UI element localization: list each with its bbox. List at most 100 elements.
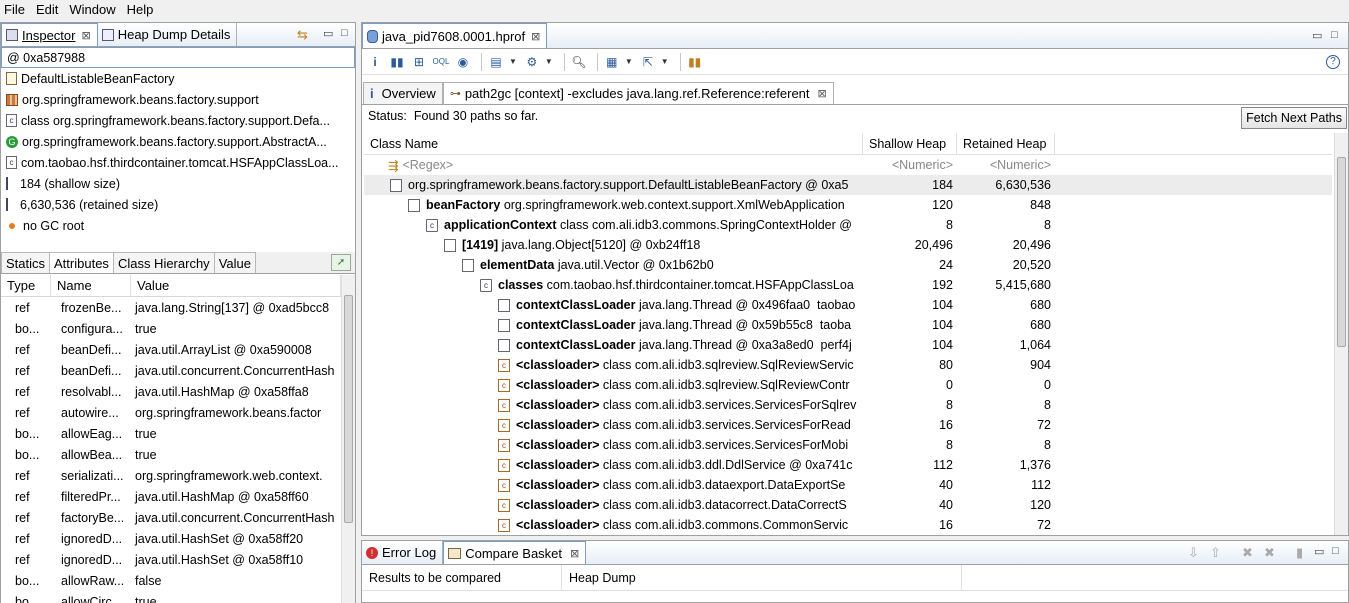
maximize-icon[interactable]: □ — [341, 27, 348, 39]
col-type[interactable]: Type — [1, 275, 51, 296]
menu-item-help[interactable]: Help — [123, 2, 161, 17]
table-row[interactable]: ref beanDefi... java.util.ArrayList @ 0xa5… — [1, 339, 341, 360]
col-name[interactable]: Name — [51, 275, 131, 296]
regex-filter[interactable]: <Regex> — [402, 158, 453, 172]
dropdown-arrow-icon[interactable]: ▼ — [625, 57, 633, 66]
subtab-class-hierarchy[interactable]: Class Hierarchy — [112, 252, 215, 273]
paths-scrollbar[interactable] — [1334, 133, 1348, 535]
subtab-attributes[interactable]: Attributes — [49, 252, 114, 273]
dropdown-arrow-icon[interactable]: ▼ — [545, 57, 553, 66]
move-down-icon[interactable]: ⇩ — [1188, 545, 1199, 561]
col-class-name[interactable]: Class Name — [364, 133, 863, 154]
menu-item-window[interactable]: Window — [65, 2, 122, 17]
close-icon[interactable]: ⊠ — [81, 29, 90, 42]
numeric-filter-shallow[interactable]: <Numeric> — [863, 158, 957, 172]
table-row[interactable]: bo... allowBea... true — [1, 444, 341, 465]
tree-row[interactable]: c <classloader> class com.ali.idb3.servic… — [364, 415, 1332, 435]
table-row[interactable]: bo... allowEag... true — [1, 423, 341, 444]
help-icon[interactable]: ? — [1326, 54, 1340, 69]
histogram-icon[interactable]: ▮▮ — [388, 53, 406, 71]
tree-row[interactable]: contextClassLoader java.lang.Thread @ 0x… — [364, 315, 1332, 335]
tab-path2gc[interactable]: ⊶ path2gc [context] -excludes java.lang.… — [442, 82, 834, 104]
tab-heap-dump-details[interactable]: Heap Dump Details — [98, 23, 238, 46]
link-icon[interactable]: ⇆ — [297, 27, 308, 43]
inspector-row[interactable]: DefaultListableBeanFactory — [1, 68, 355, 89]
tab-error-log[interactable]: ! Error Log — [362, 541, 444, 564]
tree-row[interactable]: c <classloader> class com.ali.idb3.sqlrev… — [364, 355, 1332, 375]
minimize-icon[interactable]: ▭ — [1312, 29, 1322, 42]
tree-row[interactable]: c classes com.taobao.hsf.thirdcontainer.t… — [364, 275, 1332, 295]
close-icon[interactable]: ⊠ — [818, 87, 827, 100]
fetch-next-paths-button[interactable]: Fetch Next Paths — [1241, 107, 1347, 129]
tree-row[interactable]: c <classloader> class com.ali.idb3.sqlrev… — [364, 375, 1332, 395]
calculator-icon[interactable]: ▦ — [603, 53, 621, 71]
maximize-icon[interactable]: □ — [1331, 29, 1338, 41]
tree-row[interactable]: c <classloader> class com.ali.idb3.servic… — [364, 395, 1332, 415]
close-icon[interactable]: ⊠ — [531, 30, 540, 43]
inspector-row[interactable]: c com.taobao.hsf.thirdcontainer.tomcat.HS… — [1, 152, 355, 173]
tree-row[interactable]: c <classloader> class com.ali.idb3.servic… — [364, 435, 1332, 455]
scroll-thumb[interactable] — [344, 295, 353, 523]
dropdown-arrow-icon[interactable]: ▼ — [509, 57, 517, 66]
table-row[interactable]: bo... configura... true — [1, 318, 341, 339]
dominator-tree-icon[interactable]: ⊞ — [410, 53, 428, 71]
tree-row[interactable]: org.springframework.beans.factory.suppor… — [364, 175, 1332, 195]
thread-overview-icon[interactable]: ◉ — [454, 53, 472, 71]
tree-row[interactable]: beanFactory org.springframework.web.cont… — [364, 195, 1332, 215]
table-row[interactable]: ref autowire... org.springframework.beans.… — [1, 402, 341, 423]
compare-results-icon[interactable]: ▮ — [1296, 545, 1303, 561]
tab-inspector[interactable]: Inspector ⊠ — [1, 23, 98, 46]
oql-icon[interactable]: OQL — [432, 53, 450, 71]
minimize-icon[interactable]: ▭ — [1314, 545, 1324, 558]
tree-row[interactable]: contextClassLoader java.lang.Thread @ 0x… — [364, 335, 1332, 355]
table-row[interactable]: ref ignoredD... java.util.HashSet @ 0xa58f… — [1, 528, 341, 549]
numeric-filter-retained[interactable]: <Numeric> — [957, 158, 1055, 172]
table-row[interactable]: ref frozenBe... java.lang.String[137] @ 0x… — [1, 297, 341, 318]
col-value[interactable]: Value — [131, 275, 341, 296]
inspector-row[interactable]: Gorg.springframework.beans.factory.suppo… — [1, 131, 355, 152]
inspector-row[interactable]: @ 0xa587988 — [1, 47, 355, 68]
tab-compare-basket[interactable]: Compare Basket ⊠ — [443, 541, 587, 564]
inspector-row[interactable]: 6,630,536 (retained size) — [1, 194, 355, 215]
remove-all-icon[interactable]: ✖ — [1264, 545, 1275, 561]
move-up-icon[interactable]: ⇧ — [1210, 545, 1221, 561]
pin-icon[interactable]: ➚ — [331, 254, 351, 271]
menu-item-edit[interactable]: Edit — [32, 2, 65, 17]
query-browser-icon[interactable]: ⚙ — [523, 53, 541, 71]
inspector-row[interactable]: 184 (shallow size) — [1, 173, 355, 194]
close-icon[interactable]: ⊠ — [570, 547, 579, 560]
remove-icon[interactable]: ✖ — [1242, 545, 1253, 561]
tree-row[interactable]: elementData java.util.Vector @ 0x1b62b0 2… — [364, 255, 1332, 275]
compare-icon[interactable]: ▮▮ — [686, 53, 704, 71]
tree-row[interactable]: c <classloader> class com.ali.idb3.common… — [364, 515, 1332, 535]
search-icon[interactable]: 🔍︎ — [570, 53, 588, 71]
col-heap-dump[interactable]: Heap Dump — [562, 565, 962, 590]
filter-row[interactable]: ⇶ <Regex> <Numeric> <Numeric> — [364, 155, 1332, 175]
table-row[interactable]: bo... allowRaw... false — [1, 570, 341, 591]
dropdown-arrow-icon[interactable]: ▼ — [661, 57, 669, 66]
attributes-scrollbar[interactable] — [341, 275, 355, 603]
col-shallow-heap[interactable]: Shallow Heap — [863, 133, 957, 154]
export-icon[interactable]: ⇱ — [639, 53, 657, 71]
run-report-icon[interactable]: ▤ — [487, 53, 505, 71]
tab-overview[interactable]: i Overview — [363, 82, 443, 104]
minimize-icon[interactable]: ▭ — [323, 27, 333, 40]
tree-row[interactable]: [1419] java.lang.Object[5120] @ 0xb24ff1… — [364, 235, 1332, 255]
table-row[interactable]: ref serializati... org.springframework.web… — [1, 465, 341, 486]
inspector-row[interactable]: c class org.springframework.beans.factory… — [1, 110, 355, 131]
subtab-value[interactable]: Value — [213, 252, 256, 273]
col-results-to-compare[interactable]: Results to be compared — [362, 565, 562, 590]
menu-item-file[interactable]: File — [0, 2, 32, 17]
tab-hprof[interactable]: java_pid7608.0001.hprof ⊠ — [362, 23, 548, 48]
tree-row[interactable]: c <classloader> class com.ali.idb3.ddl.Dd… — [364, 455, 1332, 475]
table-row[interactable]: ref resolvabl... java.util.HashMap @ 0xa58… — [1, 381, 341, 402]
tree-row[interactable]: c applicationContext class com.ali.idb3.c… — [364, 215, 1332, 235]
table-row[interactable]: ref filteredPr... java.util.HashMap @ 0xa5… — [1, 486, 341, 507]
table-row[interactable]: ref factoryBe... java.util.concurrent.Conc… — [1, 507, 341, 528]
subtab-statics[interactable]: Statics — [1, 252, 51, 273]
scroll-thumb[interactable] — [1337, 157, 1346, 347]
table-row[interactable]: ref beanDefi... java.util.concurrent.Concu… — [1, 360, 341, 381]
inspector-row[interactable]: org.springframework.beans.factory.suppor… — [1, 89, 355, 110]
info-icon[interactable]: i — [366, 53, 384, 71]
table-row[interactable]: ref ignoredD... java.util.HashSet @ 0xa58f… — [1, 549, 341, 570]
